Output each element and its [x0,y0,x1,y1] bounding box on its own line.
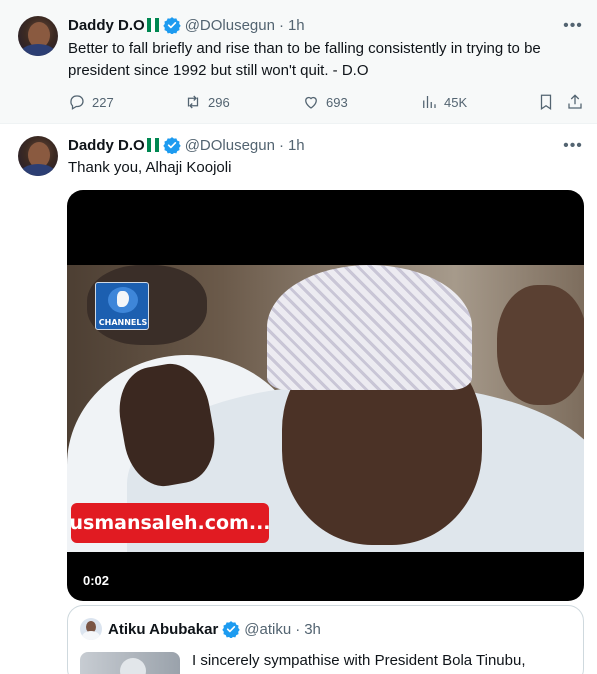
tweet-text: Better to fall briefly and rise than to … [68,40,541,79]
tweet-text: Thank you, Alhaji Koojoli [68,159,232,176]
nigeria-flag-icon [146,138,159,152]
tweet-time[interactable]: 1h [288,137,305,154]
video-watermark: usmansaleh.com... [69,503,271,543]
bookmark-button[interactable] [537,90,561,114]
background-person [497,285,584,405]
like-icon [305,96,317,109]
separator-dot: · [295,620,301,638]
video-duration: 0:02 [77,571,116,590]
share-button[interactable] [566,90,590,114]
avatar-robe [82,631,100,640]
nigeria-flag-icon [146,18,159,32]
quoted-tweet-time: 3h [304,620,321,638]
quoted-tweet-text: I sincerely sympathise with President Bo… [192,652,526,669]
avatar-shirt [20,164,56,176]
tweet-time[interactable]: 1h [288,17,305,34]
tweet-actions: 227 296 693 45K [68,90,588,114]
quoted-author-avatar [80,618,102,640]
author-avatar[interactable] [18,136,58,176]
verified-icon [162,137,181,154]
like-count: 693 [326,94,348,110]
channels-logo: CHANNELS [95,282,149,330]
quoted-author-handle: @atiku [244,620,292,638]
reply-count: 227 [92,94,114,110]
thumbnail-shape [120,658,146,674]
quoted-author-name: Atiku Abubakar [108,620,219,638]
quoted-tweet[interactable]: Atiku Abubakar @atiku · 3h I sincerely s… [67,605,584,674]
tweet-header: Daddy D.O @DOlusegun · 1h [68,15,305,35]
repost-button[interactable]: 296 [184,90,230,114]
bookmark-icon [540,94,552,110]
author-name[interactable]: Daddy D.O [68,137,145,154]
like-button[interactable]: 693 [302,90,348,114]
channels-logo-text: CHANNELS [98,318,148,327]
tweet-header: Daddy D.O @DOlusegun · 1h [68,135,305,155]
share-icon [568,94,582,109]
repost-icon [187,95,199,109]
more-icon[interactable]: ••• [563,16,583,36]
verified-icon [222,621,240,638]
reply-button[interactable]: 227 [68,90,114,114]
video-frame: CHANNELS usmansaleh.com... [67,265,584,552]
quoted-media-thumbnail [80,652,180,674]
views-icon [423,96,436,108]
separator-dot: · [278,16,284,34]
author-name[interactable]: Daddy D.O [68,17,145,34]
video-player[interactable]: CHANNELS usmansaleh.com... 0:02 [67,190,584,601]
more-icon[interactable]: ••• [563,136,583,156]
author-handle[interactable]: @DOlusegun [185,17,275,34]
tweet-1[interactable]: Daddy D.O @DOlusegun · 1h ••• Better to … [0,0,597,124]
verified-icon [162,17,181,34]
quoted-header: Atiku Abubakar @atiku · 3h [108,619,321,639]
views-button[interactable]: 45K [420,90,467,114]
avatar-shirt [20,44,56,56]
author-avatar[interactable] [18,16,58,56]
reply-icon [70,95,84,110]
author-handle[interactable]: @DOlusegun [185,137,275,154]
separator-dot: · [278,136,284,154]
repost-count: 296 [208,94,230,110]
cap [267,265,472,390]
views-count: 45K [444,94,468,110]
